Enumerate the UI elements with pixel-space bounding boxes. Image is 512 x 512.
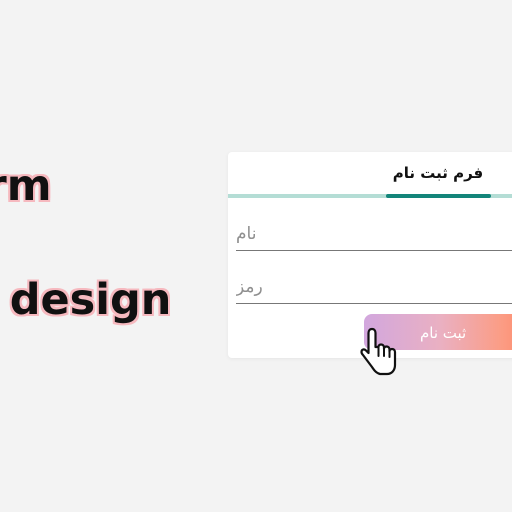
- headline-line-2: l design: [0, 275, 172, 325]
- form-title: فرم ثبت نام: [392, 164, 484, 182]
- hand-pointer-icon: [360, 327, 397, 376]
- name-input[interactable]: [236, 220, 512, 248]
- headline-line-1: orm: [0, 161, 52, 211]
- name-field: [236, 220, 512, 251]
- password-field: [236, 273, 512, 304]
- password-input[interactable]: [236, 273, 512, 301]
- tab-active-indicator: [386, 194, 491, 198]
- canvas: orm l design فرم ثبت نام ثبت نام: [0, 0, 512, 512]
